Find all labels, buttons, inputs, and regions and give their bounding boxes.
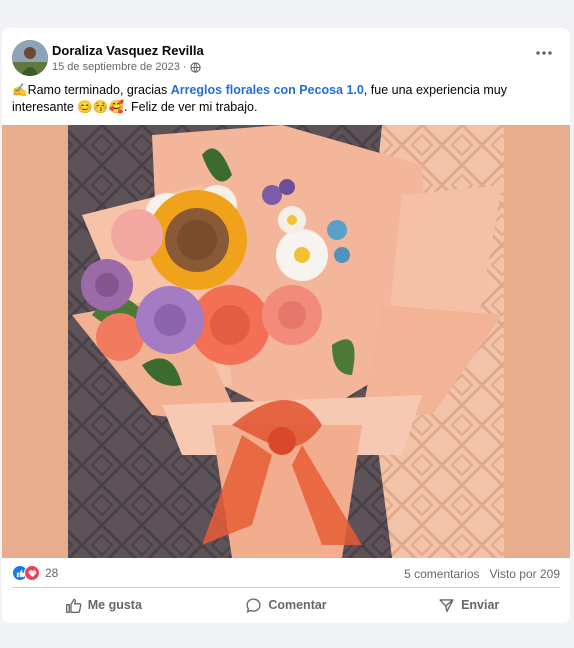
- reaction-count: 28: [45, 566, 59, 580]
- meta-separator: ·: [182, 61, 187, 73]
- post-photo[interactable]: [2, 125, 570, 558]
- globe-icon: [189, 61, 201, 73]
- reaction-summary[interactable]: 28: [12, 565, 58, 581]
- author-name[interactable]: Doraliza Vasquez Revilla: [52, 43, 204, 58]
- share-label: Enviar: [461, 598, 500, 612]
- group-link[interactable]: Arreglos florales con Pecosa 1.0: [171, 83, 364, 97]
- engagement-stats: 5 comentarios Visto por 209: [404, 567, 560, 581]
- author-avatar[interactable]: [12, 40, 48, 76]
- post-meta: 15 de septiembre de 2023 ·: [52, 61, 201, 73]
- bouquet-image: [2, 125, 570, 558]
- post-date[interactable]: 15 de septiembre de 2023: [52, 61, 180, 73]
- comments-count[interactable]: 5 comentarios: [404, 567, 479, 581]
- love-reaction-icon: [24, 565, 40, 581]
- reaction-stats: 28 5 comentarios Visto por 209: [12, 558, 560, 588]
- share-button[interactable]: Enviar: [377, 591, 560, 619]
- post-text-emojis: 😊😚🥰: [77, 100, 125, 114]
- post-text-prefix: ✍️Ramo terminado, gracias: [12, 83, 171, 97]
- like-button[interactable]: Me gusta: [12, 591, 195, 619]
- post-text: ✍️Ramo terminado, gracias Arreglos flora…: [12, 82, 552, 116]
- post-text-suffix: . Feliz de ver mi trabajo.: [124, 100, 258, 114]
- thumbs-up-icon: [65, 598, 82, 613]
- post-header: Doraliza Vasquez Revilla 15 de septiembr…: [2, 28, 570, 80]
- more-options-icon[interactable]: [532, 45, 556, 61]
- like-label: Me gusta: [87, 598, 142, 612]
- comment-button[interactable]: Comentar: [195, 591, 378, 619]
- send-icon: [439, 598, 454, 612]
- views-count: Visto por 209: [489, 567, 561, 581]
- action-bar: Me gusta Comentar Enviar: [12, 591, 560, 619]
- comment-bubble-icon: [246, 597, 261, 613]
- comment-label: Comentar: [268, 598, 327, 612]
- post-card: Doraliza Vasquez Revilla 15 de septiembr…: [2, 28, 570, 623]
